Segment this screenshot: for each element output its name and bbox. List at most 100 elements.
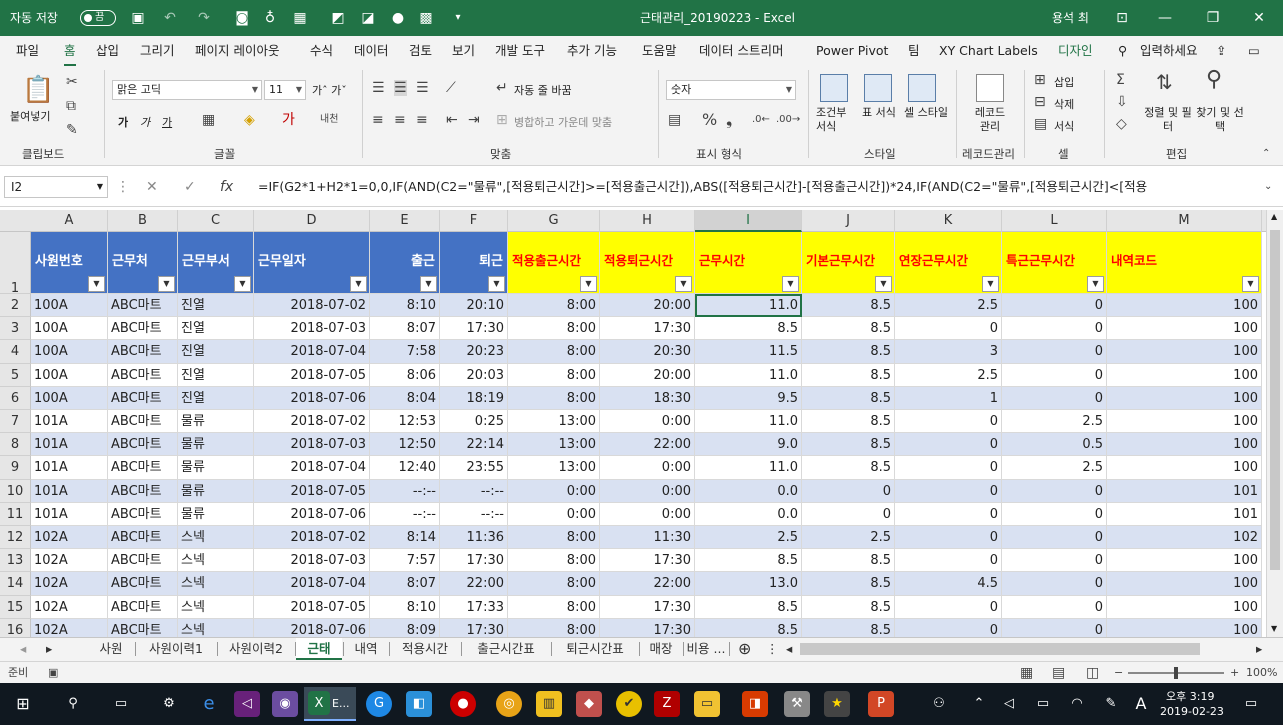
- table-cell[interactable]: 2.5: [895, 363, 1002, 387]
- table-cell[interactable]: 8:00: [508, 363, 600, 387]
- table-cell[interactable]: --:--: [370, 479, 440, 503]
- table-cell[interactable]: 8:09: [370, 618, 440, 638]
- table-cell[interactable]: 8.5: [802, 294, 895, 318]
- row-header[interactable]: 1: [0, 232, 31, 296]
- table-header-cell[interactable]: 근무처 ▼: [108, 232, 178, 294]
- table-cell[interactable]: 102A: [31, 526, 108, 550]
- scroll-up-icon[interactable]: ▲: [1271, 212, 1277, 221]
- table-cell[interactable]: 102: [1107, 526, 1262, 550]
- table-cell[interactable]: 100: [1107, 572, 1262, 596]
- table-cell[interactable]: 0: [895, 595, 1002, 619]
- table-cell[interactable]: 0: [1002, 502, 1107, 526]
- filter-dropdown-icon[interactable]: ▼: [1242, 276, 1259, 292]
- table-cell[interactable]: 2018-07-03: [254, 549, 370, 573]
- table-cell[interactable]: 8.5: [802, 433, 895, 457]
- table-cell[interactable]: ABC마트: [108, 317, 178, 341]
- align-bottom-icon[interactable]: ☰: [416, 80, 429, 96]
- row-header[interactable]: 12: [0, 526, 31, 550]
- table-cell[interactable]: 2018-07-02: [254, 410, 370, 434]
- table-cell[interactable]: 8:07: [370, 317, 440, 341]
- table-cell[interactable]: 11.5: [695, 340, 802, 364]
- table-cell[interactable]: 17:30: [600, 549, 695, 573]
- table-cell[interactable]: 101A: [31, 433, 108, 457]
- table-cell[interactable]: 0: [1002, 479, 1107, 503]
- table-cell[interactable]: 0:00: [600, 479, 695, 503]
- table-cell[interactable]: 0: [895, 549, 1002, 573]
- filter-dropdown-icon[interactable]: ▼: [350, 276, 367, 292]
- table-cell[interactable]: 20:03: [440, 363, 508, 387]
- settings-gear-icon[interactable]: ⚙: [156, 691, 182, 717]
- row-header[interactable]: 7: [0, 410, 31, 434]
- app-blue-icon[interactable]: ◧: [406, 691, 432, 717]
- table-cell[interactable]: 0: [895, 618, 1002, 638]
- table-cell[interactable]: 8.5: [695, 618, 802, 638]
- paste-button[interactable]: 붙여넣기: [10, 108, 50, 124]
- column-header[interactable]: L: [1002, 210, 1107, 232]
- table-cell[interactable]: 102A: [31, 618, 108, 638]
- filter-dropdown-icon[interactable]: ▼: [88, 276, 105, 292]
- table-icon[interactable]: ▦: [292, 10, 308, 26]
- sort-filter-icon[interactable]: ⇅: [1156, 72, 1173, 92]
- align-left-icon[interactable]: ≡: [372, 112, 384, 128]
- table-cell[interactable]: ABC마트: [108, 549, 178, 573]
- clear-icon[interactable]: ◇: [1116, 116, 1127, 132]
- table-cell[interactable]: 4.5: [895, 572, 1002, 596]
- table-header-cell[interactable]: 사원번호 ▼: [31, 232, 108, 294]
- tray-chevron-icon[interactable]: ⌃: [966, 691, 992, 717]
- horizontal-scroll-thumb[interactable]: [800, 643, 1200, 655]
- table-cell[interactable]: 20:00: [600, 294, 695, 318]
- decrease-decimal-icon[interactable]: .00→: [776, 112, 800, 128]
- vertical-scrollbar[interactable]: ▲ ▼: [1266, 210, 1283, 638]
- cancel-icon[interactable]: ✕: [146, 176, 158, 198]
- table-cell[interactable]: ABC마트: [108, 595, 178, 619]
- hscroll-right-icon[interactable]: ▸: [1256, 638, 1262, 660]
- table-cell[interactable]: 8.5: [802, 386, 895, 410]
- table-cell[interactable]: 8:00: [508, 572, 600, 596]
- table-cell[interactable]: 100: [1107, 294, 1262, 318]
- table-cell[interactable]: 진열: [178, 340, 254, 364]
- table-cell[interactable]: 2018-07-06: [254, 386, 370, 410]
- column-header[interactable]: D: [254, 210, 370, 232]
- table-cell[interactable]: ABC마트: [108, 294, 178, 318]
- user-name[interactable]: 용석 최: [1052, 0, 1089, 36]
- tab-draw[interactable]: 그리기: [140, 36, 175, 66]
- name-box[interactable]: I2 ▼: [4, 176, 108, 198]
- table-cell[interactable]: 8:06: [370, 363, 440, 387]
- table-cell[interactable]: 2018-07-04: [254, 340, 370, 364]
- row-header[interactable]: 3: [0, 317, 31, 341]
- table-header-cell[interactable]: 근무시간 ▼: [695, 232, 802, 294]
- table-cell[interactable]: 2018-07-02: [254, 526, 370, 550]
- table-cell[interactable]: 22:00: [440, 572, 508, 596]
- table-cell[interactable]: 100A: [31, 294, 108, 318]
- sheet-tab[interactable]: 퇴근시간표: [552, 638, 638, 660]
- scroll-thumb[interactable]: [1270, 230, 1280, 570]
- table-cell[interactable]: 18:30: [600, 386, 695, 410]
- table-cell[interactable]: 스넥: [178, 549, 254, 573]
- table-cell[interactable]: 2018-07-04: [254, 456, 370, 480]
- file-explorer-icon[interactable]: ▭: [694, 691, 720, 717]
- table-cell[interactable]: ABC마트: [108, 340, 178, 364]
- table-cell[interactable]: 8.5: [802, 456, 895, 480]
- insert-cells-button[interactable]: 삽입: [1054, 74, 1074, 90]
- eraser-app-icon[interactable]: ◆: [576, 691, 602, 717]
- filter-dropdown-icon[interactable]: ▼: [580, 276, 597, 292]
- column-header[interactable]: E: [370, 210, 440, 232]
- table-cell[interactable]: 100: [1107, 386, 1262, 410]
- volume-icon[interactable]: ◁: [996, 691, 1022, 717]
- pivot-icon[interactable]: ◩: [330, 10, 346, 26]
- table-cell[interactable]: 2.5: [895, 294, 1002, 318]
- table-cell[interactable]: ABC마트: [108, 386, 178, 410]
- task-view-icon[interactable]: ▭: [108, 691, 134, 717]
- table-cell[interactable]: 0: [802, 502, 895, 526]
- format-as-table-button[interactable]: 표 서식: [862, 106, 898, 120]
- cut-icon[interactable]: ✂: [66, 74, 78, 90]
- table-cell[interactable]: 17:30: [600, 317, 695, 341]
- table-cell[interactable]: 물류: [178, 456, 254, 480]
- table-cell[interactable]: 2018-07-05: [254, 479, 370, 503]
- table-cell[interactable]: 0: [1002, 618, 1107, 638]
- paste-icon[interactable]: 📋: [22, 76, 54, 104]
- insert-cells-icon[interactable]: ⊞: [1034, 72, 1046, 88]
- table-cell[interactable]: 8:07: [370, 572, 440, 596]
- camera-icon[interactable]: ◙: [234, 10, 250, 26]
- table-cell[interactable]: 100: [1107, 317, 1262, 341]
